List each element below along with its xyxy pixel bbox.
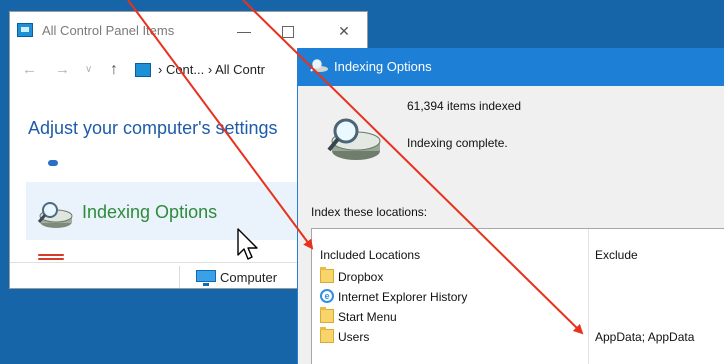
window-title: All Control Panel Items [42,23,175,38]
back-arrow-icon[interactable]: ← [22,59,37,81]
items-indexed-count: 61,394 items indexed [407,99,522,113]
control-panel-breadcrumb-icon[interactable] [135,63,151,77]
indexing-options-item[interactable]: Indexing Options [26,182,316,240]
partial-item-icon[interactable] [48,160,58,166]
indexing-window-title: Indexing Options [334,59,432,74]
minimize-button[interactable]: — [224,20,264,42]
indexing-drive-icon [37,202,73,228]
locations-table[interactable]: Included Locations Exclude Dropbox e Int… [311,228,724,364]
partial-item-icon-2[interactable] [38,254,64,262]
mouse-cursor-icon [237,228,258,260]
maximize-icon [282,26,294,39]
table-row[interactable]: Start Menu [320,307,588,327]
control-panel-icon [17,23,33,37]
location-name: Users [338,330,370,344]
up-arrow-icon[interactable]: ↑ [110,59,118,81]
indexing-options-titlebar[interactable]: Indexing Options [298,48,724,86]
close-button[interactable]: ✕ [324,20,364,42]
breadcrumb[interactable]: › Cont... › All Contr [158,62,265,77]
table-row[interactable]: Users [320,327,588,347]
indexing-status-text: Indexing complete. [407,136,508,150]
page-heading: Adjust your computer's settings [28,118,278,138]
indexing-drive-large-icon [327,118,381,160]
folder-icon [320,267,334,283]
folder-icon [320,327,334,343]
table-row[interactable]: e Internet Explorer History [320,287,588,307]
column-separator[interactable] [588,229,589,364]
table-row[interactable]: Dropbox [320,267,588,287]
indexing-options-label: Indexing Options [82,202,218,222]
recent-locations-chevron-icon[interactable]: ∨ [85,59,92,81]
control-panel-titlebar[interactable]: All Control Panel Items — ✕ [10,12,367,48]
computer-icon [196,270,216,286]
location-name: Start Menu [338,310,397,324]
location-name: Dropbox [338,270,384,284]
index-locations-label: Index these locations: [311,205,428,219]
location-name: Internet Explorer History [338,290,468,304]
included-locations-header[interactable]: Included Locations [320,248,420,262]
computer-label: Computer [220,270,278,285]
exclude-header[interactable]: Exclude [595,248,638,262]
ie-icon: e [320,289,334,303]
folder-icon [320,307,334,323]
maximize-button[interactable] [268,20,308,42]
status-separator [179,266,180,288]
forward-arrow-icon[interactable]: → [55,59,70,81]
indexing-options-window: Indexing Options 61,394 items indexed In… [297,48,724,364]
exclude-value: AppData; AppData [595,330,695,344]
indexing-title-icon [310,59,328,72]
